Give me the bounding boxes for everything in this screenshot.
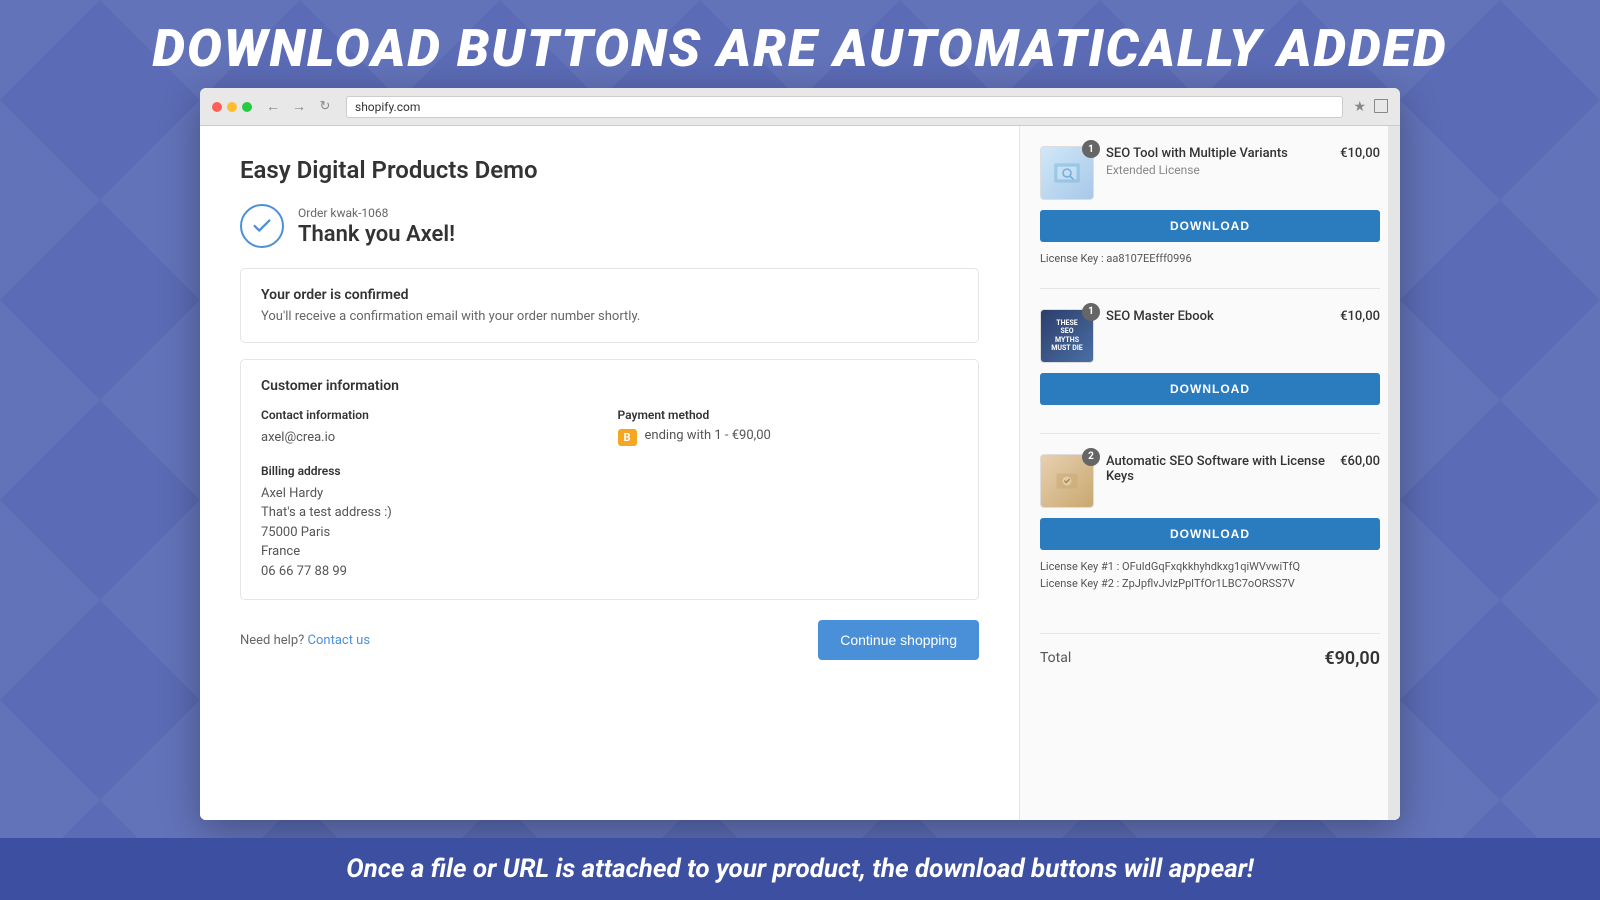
product-image-wrap: THESESEOMYTHSMUST DIE 1	[1040, 309, 1094, 363]
expand-icon[interactable]	[1374, 99, 1388, 113]
products-container: 1 SEO Tool with Multiple Variants Extend…	[1040, 146, 1380, 613]
customer-info-box: Customer information Contact information…	[240, 359, 979, 600]
back-button[interactable]: ←	[262, 96, 284, 118]
download-button[interactable]: DOWNLOAD	[1040, 210, 1380, 242]
order-header: Order kwak-1068 Thank you Axel!	[240, 204, 979, 248]
billing-name: Axel Hardy	[261, 486, 323, 501]
contact-us-link[interactable]: Contact us	[308, 633, 371, 648]
product-badge: 1	[1082, 140, 1100, 158]
order-number: Order kwak-1068	[298, 206, 455, 220]
right-panel: 1 SEO Tool with Multiple Variants Extend…	[1020, 126, 1400, 820]
payment-label: Payment method	[618, 408, 959, 422]
contact-section: Contact information axel@crea.io	[261, 408, 602, 448]
browser-content: Easy Digital Products Demo Order kwak-10…	[200, 126, 1400, 820]
check-circle	[240, 204, 284, 248]
address-bar[interactable]: shopify.com	[346, 96, 1343, 118]
billing-phone: 06 66 77 88 99	[261, 564, 347, 579]
product-badge: 1	[1082, 303, 1100, 321]
bottom-banner-text: Once a file or URL is attached to your p…	[20, 854, 1580, 884]
product-badge: 2	[1082, 448, 1100, 466]
order-info: Order kwak-1068 Thank you Axel!	[298, 206, 455, 247]
contact-label: Contact information	[261, 408, 602, 422]
billing-label: Billing address	[261, 464, 602, 478]
total-label: Total	[1040, 650, 1071, 666]
left-panel: Easy Digital Products Demo Order kwak-10…	[200, 126, 1020, 820]
url-text: shopify.com	[355, 100, 420, 114]
product-name: SEO Master Ebook	[1106, 309, 1328, 324]
payment-text: ending with 1 - €90,00	[645, 428, 771, 443]
product-image-wrap: 1	[1040, 146, 1094, 200]
browser-nav: ← → ↻	[262, 96, 336, 118]
total-amount: €90,00	[1324, 648, 1380, 669]
dot-green[interactable]	[242, 102, 252, 112]
need-help: Need help? Contact us	[240, 633, 370, 648]
billing-section: Billing address Axel Hardy That's a test…	[261, 464, 602, 582]
confirmation-body: You'll receive a confirmation email with…	[261, 309, 958, 324]
product-image-wrap: 2	[1040, 454, 1094, 508]
dot-red[interactable]	[212, 102, 222, 112]
confirmation-box: Your order is confirmed You'll receive a…	[240, 268, 979, 343]
product-variant: Extended License	[1106, 163, 1328, 177]
top-banner: DOWNLOAD BUTTONS ARE AUTOMATICALLY ADDED	[0, 0, 1600, 93]
customer-info-heading: Customer information	[261, 378, 958, 394]
forward-button[interactable]: →	[288, 96, 310, 118]
browser-dots	[212, 102, 252, 112]
product-item: 2 Automatic SEO Software with License Ke…	[1040, 454, 1380, 613]
browser-window: ← → ↻ shopify.com ★ Easy Digital Product…	[200, 88, 1400, 820]
license-key-item: License Key #1 : OFuIdGqFxqkkhyhdkxg1qiW…	[1040, 558, 1380, 576]
bottom-banner: Once a file or URL is attached to your p…	[0, 838, 1600, 900]
product-price: €10,00	[1340, 309, 1380, 324]
download-button[interactable]: DOWNLOAD	[1040, 518, 1380, 550]
product-name: SEO Tool with Multiple Variants	[1106, 146, 1328, 161]
billing-details: Axel Hardy That's a test address :) 7500…	[261, 484, 602, 582]
footer-actions: Need help? Contact us Continue shopping	[240, 620, 979, 660]
product-row: 1 SEO Tool with Multiple Variants Extend…	[1040, 146, 1380, 200]
license-key-item: License Key #2 : ZpJpflvJvlzPplTfOr1LBC7…	[1040, 575, 1380, 593]
download-button[interactable]: DOWNLOAD	[1040, 373, 1380, 405]
browser-icons: ★	[1353, 99, 1388, 115]
product-details: SEO Master Ebook	[1106, 309, 1328, 326]
license-key-item: License Key : aa8107EEfff0996	[1040, 250, 1380, 268]
billing-address1: That's a test address :)	[261, 505, 392, 520]
browser-chrome: ← → ↻ shopify.com ★	[200, 88, 1400, 126]
license-keys: License Key #1 : OFuIdGqFxqkkhyhdkxg1qiW…	[1040, 558, 1380, 593]
continue-shopping-button[interactable]: Continue shopping	[818, 620, 979, 660]
product-name: Automatic SEO Software with License Keys	[1106, 454, 1328, 484]
top-banner-text: DOWNLOAD BUTTONS ARE AUTOMATICALLY ADDED	[20, 18, 1580, 79]
refresh-button[interactable]: ↻	[314, 96, 336, 118]
license-keys: License Key : aa8107EEfff0996	[1040, 250, 1380, 268]
confirmation-heading: Your order is confirmed	[261, 287, 958, 303]
store-title: Easy Digital Products Demo	[240, 156, 979, 184]
contact-email: axel@crea.io	[261, 428, 602, 448]
product-details: Automatic SEO Software with License Keys	[1106, 454, 1328, 486]
product-item: THESESEOMYTHSMUST DIE 1 SEO Master Ebook…	[1040, 309, 1380, 434]
product-row: THESESEOMYTHSMUST DIE 1 SEO Master Ebook…	[1040, 309, 1380, 363]
product-row: 2 Automatic SEO Software with License Ke…	[1040, 454, 1380, 508]
info-grid: Contact information axel@crea.io Payment…	[261, 408, 958, 581]
billing-city: 75000 Paris	[261, 525, 330, 540]
braintree-badge: B	[618, 429, 637, 446]
product-price: €10,00	[1340, 146, 1380, 161]
payment-method: B ending with 1 - €90,00	[618, 428, 959, 446]
dot-yellow[interactable]	[227, 102, 237, 112]
billing-country: France	[261, 544, 300, 559]
product-item: 1 SEO Tool with Multiple Variants Extend…	[1040, 146, 1380, 289]
total-row: Total €90,00	[1040, 633, 1380, 669]
product-details: SEO Tool with Multiple Variants Extended…	[1106, 146, 1328, 177]
thank-you: Thank you Axel!	[298, 222, 455, 247]
star-icon[interactable]: ★	[1353, 99, 1366, 115]
product-price: €60,00	[1340, 454, 1380, 469]
payment-section: Payment method B ending with 1 - €90,00	[618, 408, 959, 448]
